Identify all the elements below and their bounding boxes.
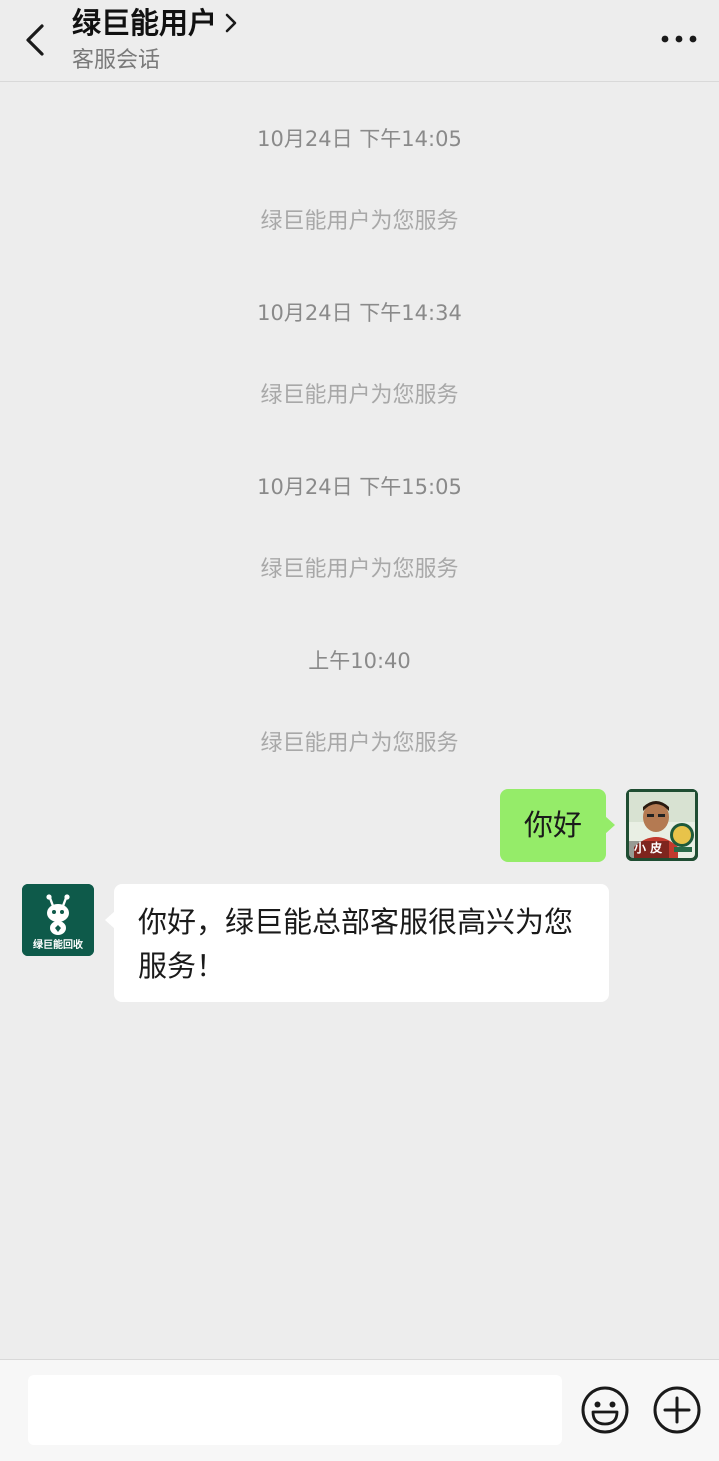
- system-notice: 绿巨能用户为您服务: [260, 209, 459, 234]
- service-avatar[interactable]: 绿巨能回收: [22, 884, 94, 956]
- emoji-face-icon[interactable]: [580, 1385, 630, 1435]
- system-notice: 绿巨能用户为您服务: [260, 557, 459, 582]
- chat-header: 绿巨能用户 客服会话: [0, 0, 719, 82]
- outgoing-message-text: 你好: [523, 808, 582, 842]
- message-list[interactable]: 10月24日 下午14:05 绿巨能用户为您服务 10月24日 下午14:34 …: [0, 82, 719, 1359]
- timestamp: 10月24日 下午14:05: [257, 127, 462, 151]
- outgoing-message-bubble[interactable]: 你好: [500, 789, 615, 862]
- service-avatar-logo-text: 绿巨能回收: [33, 940, 83, 951]
- chat-title: 绿巨能用户: [72, 6, 218, 40]
- message-input[interactable]: [28, 1375, 562, 1445]
- incoming-message-line: 你好，绿巨能总部客服很高兴为您: [138, 905, 574, 939]
- user-avatar[interactable]: 小 皮: [626, 789, 698, 861]
- system-notice: 绿巨能用户为您服务: [260, 731, 459, 756]
- user-avatar-caption: 小 皮: [634, 841, 663, 855]
- timestamp: 上午10:40: [308, 649, 411, 673]
- input-bar: [0, 1359, 719, 1461]
- system-notice: 绿巨能用户为您服务: [260, 383, 459, 408]
- incoming-message-line: 服务！: [138, 949, 226, 983]
- timestamp: 10月24日 下午15:05: [257, 475, 462, 499]
- chat-subtitle: 客服会话: [72, 48, 161, 73]
- back-chevron-icon[interactable]: [14, 16, 58, 64]
- more-options-icon[interactable]: [657, 24, 701, 54]
- timestamp: 10月24日 下午14:34: [257, 301, 462, 325]
- chevron-right-icon: [225, 13, 237, 33]
- plus-circle-icon[interactable]: [652, 1385, 702, 1435]
- incoming-message-bubble[interactable]: 你好，绿巨能总部客服很高兴为您 服务！: [105, 884, 609, 1002]
- chat-title-link[interactable]: 绿巨能用户: [72, 4, 239, 42]
